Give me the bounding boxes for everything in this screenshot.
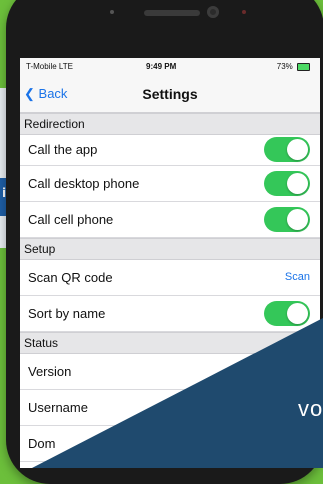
section-header-redirection: Redirection [20, 113, 320, 135]
toggle-knob [287, 139, 308, 160]
earpiece-speaker [144, 10, 200, 16]
clock: 9:49 PM [146, 62, 177, 71]
carrier-label: T-Mobile LTE [26, 62, 73, 71]
row-label: Username [28, 400, 88, 415]
row-label: Dom [28, 436, 56, 451]
front-camera [207, 6, 219, 18]
status-bar: T-Mobile LTE 9:49 PM 73% [20, 58, 320, 76]
row-label: Version [28, 364, 72, 379]
page-title: Settings [142, 86, 198, 102]
scan-button[interactable]: Scan [285, 260, 310, 295]
row-username: Username [20, 390, 320, 426]
navigation-bar: ❮ Back Settings [20, 76, 320, 113]
toggle-call-cell-phone[interactable] [264, 207, 310, 232]
row-call-desktop-phone: Call desktop phone [20, 166, 320, 202]
row-scan-qr-code: Scan QR code Scan [20, 260, 320, 296]
row-label: Call the app [28, 142, 98, 157]
row-call-cell-phone: Call cell phone [20, 202, 320, 238]
battery-icon [297, 62, 310, 71]
row-label: Call desktop phone [28, 176, 140, 191]
row-call-the-app: Call the app [20, 135, 320, 166]
section-header-setup: Setup [20, 238, 320, 260]
row-label: Call cell phone [28, 212, 114, 227]
toggle-sort-by-name[interactable] [264, 301, 310, 326]
row-domain: Dom [20, 426, 320, 462]
banner-text: vo [298, 396, 323, 421]
row-version: Version [20, 354, 320, 390]
row-label: Sort by name [28, 306, 106, 321]
toggle-knob [287, 209, 308, 230]
phone-screen: T-Mobile LTE 9:49 PM 73% ❮ Back Settings… [20, 58, 320, 468]
row-label: Scan QR code [28, 270, 113, 285]
toggle-call-desktop-phone[interactable] [264, 171, 310, 196]
battery-indicator: 73% [277, 62, 310, 71]
row-sort-by-name: Sort by name [20, 296, 320, 332]
section-header-status: Status [20, 332, 320, 354]
toggle-knob [287, 303, 308, 324]
toggle-knob [287, 173, 308, 194]
toggle-call-the-app[interactable] [264, 137, 310, 162]
sensor-dot [110, 10, 114, 14]
battery-percent: 73% [276, 62, 293, 71]
sensor-dot-red [242, 10, 246, 14]
